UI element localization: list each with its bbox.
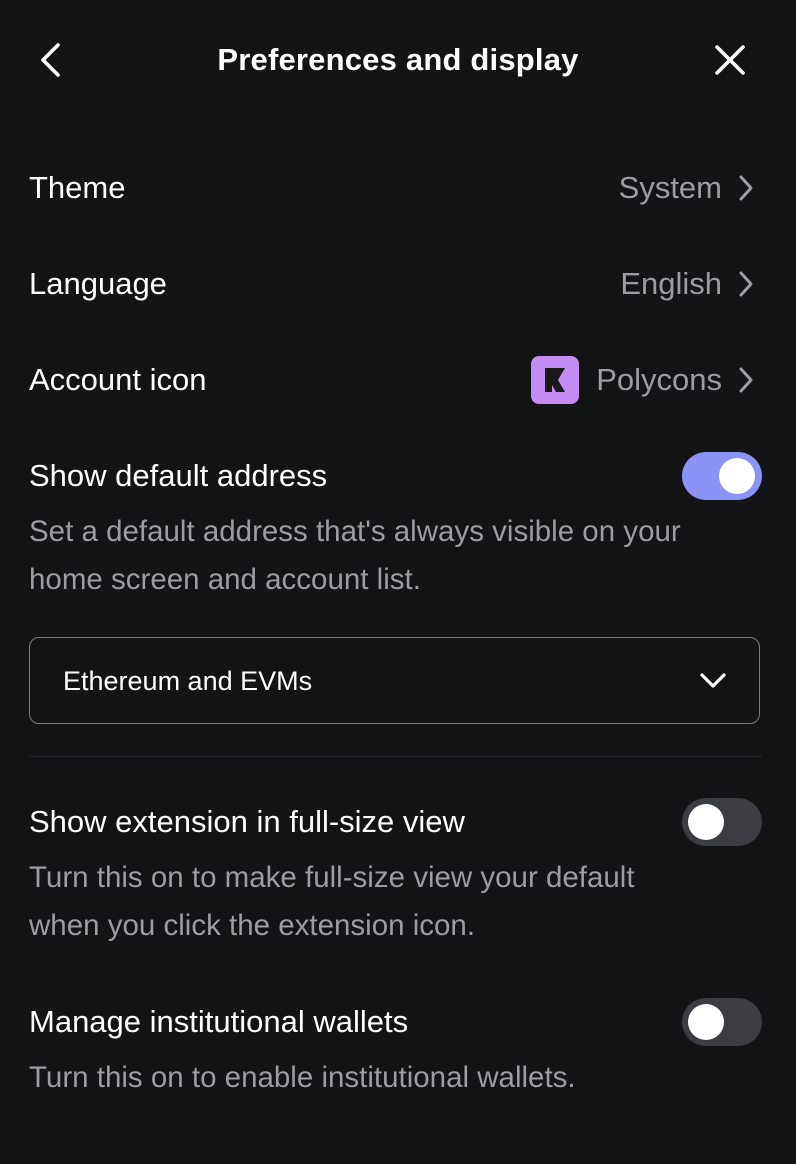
account-icon-value: Polycons — [596, 362, 722, 397]
account-icon-value-group: Polycons — [531, 356, 762, 404]
chevron-right-icon — [736, 269, 756, 299]
polycon-icon — [531, 356, 580, 404]
institutional-wallets-toggle[interactable] — [682, 998, 762, 1046]
toggle-knob — [688, 804, 724, 840]
close-icon — [715, 45, 745, 75]
toggle-knob — [719, 458, 755, 494]
theme-value-group: System — [619, 168, 762, 208]
theme-row[interactable]: Theme System — [29, 158, 762, 218]
chevron-right-icon — [736, 365, 756, 395]
default-address-network-select[interactable]: Ethereum and EVMs — [29, 637, 760, 724]
page-title: Preferences and display — [217, 42, 579, 77]
default-address-description-line1: Set a default address that's always visi… — [29, 515, 681, 548]
toggle-knob — [688, 1004, 724, 1040]
full-size-view-description-line1: Turn this on to make full-size view your… — [29, 861, 635, 894]
divider — [29, 756, 762, 757]
institutional-wallets-label: Manage institutional wallets — [29, 1004, 409, 1039]
account-icon-row[interactable]: Account icon Polycons — [29, 350, 762, 410]
default-address-toggle[interactable] — [682, 452, 762, 500]
chevron-down-icon — [700, 672, 726, 688]
full-size-view-toggle[interactable] — [682, 798, 762, 846]
default-address-label: Show default address — [29, 458, 328, 493]
default-address-description-line2: home screen and account list. — [29, 563, 421, 596]
language-label: Language — [29, 266, 167, 301]
institutional-wallets-description: Turn this on to enable institutional wal… — [29, 1061, 576, 1094]
header: Preferences and display — [0, 0, 796, 120]
chevron-right-icon — [736, 173, 756, 203]
account-icon-label: Account icon — [29, 362, 207, 397]
full-size-view-description-line2: when you click the extension icon. — [29, 909, 476, 942]
theme-label: Theme — [29, 170, 126, 205]
full-size-view-label: Show extension in full-size view — [29, 804, 465, 839]
language-value: English — [620, 266, 722, 301]
language-row[interactable]: Language English — [29, 254, 762, 314]
theme-value: System — [618, 170, 722, 205]
language-value-group: English — [620, 264, 762, 304]
select-value: Ethereum and EVMs — [63, 665, 313, 696]
close-button[interactable] — [706, 36, 754, 84]
